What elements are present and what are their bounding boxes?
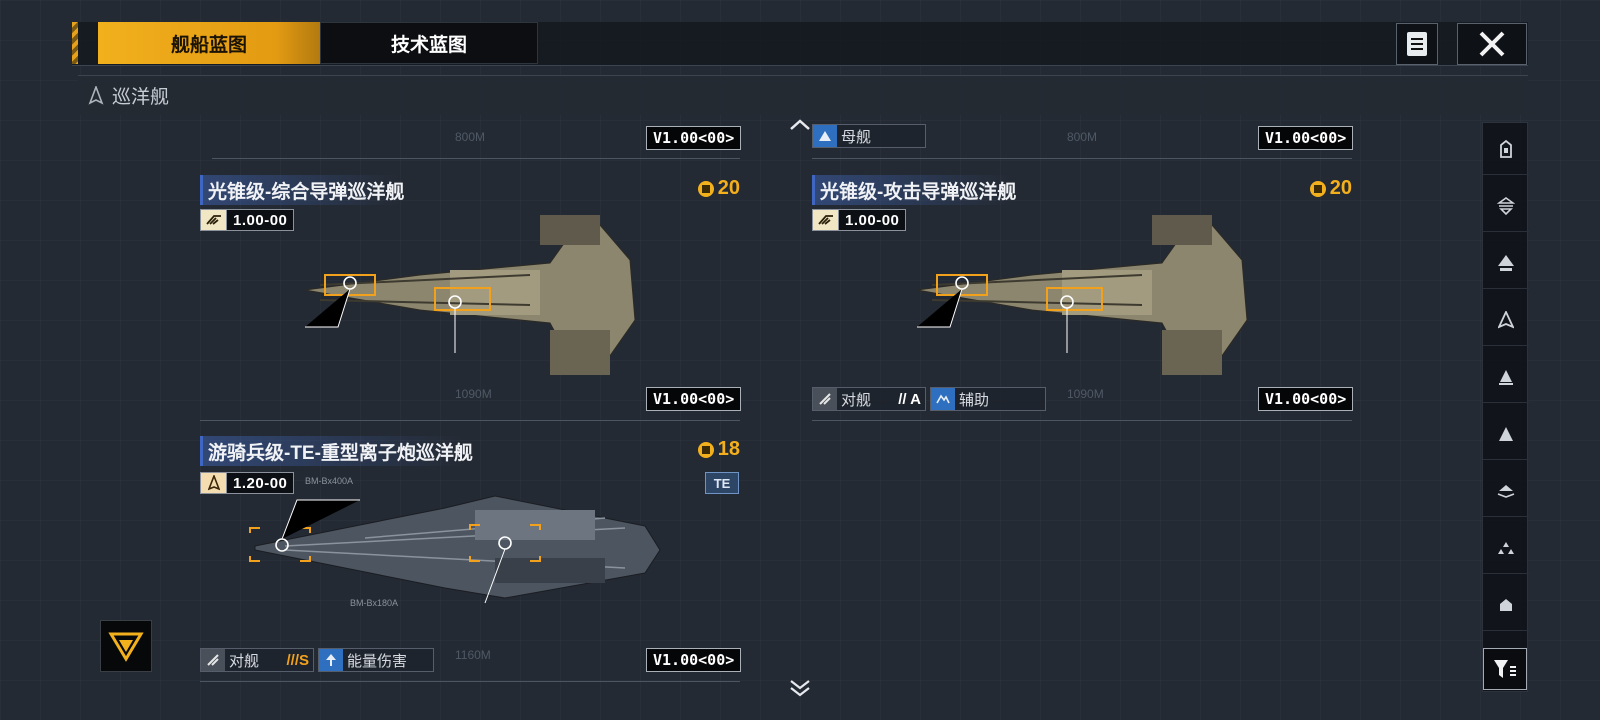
damage-type-tag: 能量伤害 bbox=[318, 648, 434, 672]
all-ships-icon bbox=[1500, 139, 1512, 158]
length-label: 800M bbox=[455, 130, 486, 144]
faction-emblem-button[interactable] bbox=[100, 620, 152, 672]
scroll-up-button[interactable] bbox=[788, 116, 812, 132]
ship-card-lightcone-attack[interactable]: 光锥级-攻击导弹巡洋舰 20 1.00-00 对舰 // A 辅助 1090M … bbox=[812, 175, 1354, 422]
cruiser-icon bbox=[1498, 310, 1514, 328]
cruiser-icon bbox=[201, 473, 227, 493]
ship-cost: 20 bbox=[697, 177, 740, 200]
filter-toggle-button[interactable] bbox=[1483, 648, 1527, 690]
ship-card-lightcone-multi[interactable]: 光锥级-综合导弹巡洋舰 20 1.00-00 1090M V1.00<00> bbox=[200, 175, 742, 422]
speed-icon bbox=[813, 210, 839, 230]
destroyer-icon bbox=[1499, 369, 1513, 385]
frigate-icon bbox=[1499, 426, 1513, 441]
battlecruiser-icon bbox=[1498, 254, 1514, 271]
role-tag: 对舰 ///S bbox=[200, 648, 314, 672]
support-tag: 辅助 bbox=[930, 387, 1046, 411]
ship-cost: 18 bbox=[697, 438, 740, 461]
version-label: V1.00<00> bbox=[1258, 387, 1354, 411]
support-icon bbox=[931, 388, 955, 410]
card-baseline bbox=[212, 158, 740, 159]
ship-title: 光锥级-攻击导弹巡洋舰 bbox=[812, 175, 1025, 205]
section-title: 巡洋舰 bbox=[112, 87, 170, 108]
anti-ship-icon bbox=[813, 388, 837, 410]
anti-ship-icon bbox=[201, 649, 225, 671]
filter-frigate[interactable] bbox=[1483, 408, 1529, 460]
fighter-icon bbox=[1498, 541, 1514, 554]
role-tag: 对舰 // A bbox=[812, 387, 926, 411]
ship-class-filter-rail bbox=[1482, 122, 1529, 692]
speed-icon bbox=[201, 210, 227, 230]
cruiser-class-icon bbox=[88, 85, 104, 105]
length-label: 1090M bbox=[455, 387, 492, 401]
card-baseline bbox=[200, 681, 740, 682]
tab-ship-blueprint[interactable]: 舰船蓝图 bbox=[98, 22, 320, 64]
blueprint-cost-icon bbox=[697, 441, 714, 458]
filter-carrier[interactable] bbox=[1483, 180, 1529, 232]
tab-accent-stripe bbox=[72, 22, 78, 64]
card-partial-right[interactable]: 母舰 800M V1.00<00> bbox=[812, 118, 1354, 160]
chevron-up-icon bbox=[790, 119, 810, 130]
blueprint-cost-icon bbox=[1309, 180, 1326, 197]
blueprint-cost-icon bbox=[697, 180, 714, 197]
filter-icon bbox=[1494, 660, 1516, 678]
version-label: V1.00<00> bbox=[646, 387, 742, 411]
ship-cost: 20 bbox=[1309, 177, 1352, 200]
notes-button[interactable] bbox=[1396, 23, 1438, 65]
tab-tech-blueprint[interactable]: 技术蓝图 bbox=[320, 22, 538, 64]
tech-level-badge: 1.00-00 bbox=[812, 209, 907, 231]
carrier-icon bbox=[1497, 196, 1515, 215]
close-icon bbox=[1479, 31, 1505, 57]
carrier-tag: 母舰 bbox=[812, 124, 926, 148]
ship-card-ranger-te[interactable]: 游骑兵级-TE-重型离子炮巡洋舰 18 TE 1.20-00 BM-Bx400A… bbox=[200, 436, 742, 684]
tech-level-badge: 1.00-00 bbox=[200, 209, 295, 231]
filter-cruiser[interactable] bbox=[1483, 294, 1529, 346]
ship-title: 光锥级-综合导弹巡洋舰 bbox=[200, 175, 413, 205]
ship-image bbox=[304, 215, 636, 375]
version-label: V1.00<00> bbox=[646, 648, 742, 672]
length-label: 800M bbox=[1067, 130, 1098, 144]
card-baseline bbox=[812, 420, 1352, 421]
chevron-down-icon bbox=[790, 680, 810, 697]
filter-auxiliary[interactable] bbox=[1483, 579, 1529, 631]
document-icon bbox=[1407, 32, 1427, 56]
filter-destroyer[interactable] bbox=[1483, 351, 1529, 403]
card-baseline bbox=[200, 420, 740, 421]
faction-emblem-icon bbox=[108, 632, 144, 662]
filter-corvette[interactable] bbox=[1483, 465, 1529, 517]
corvette-icon bbox=[1497, 484, 1515, 498]
section-header: 巡洋舰 bbox=[78, 75, 1528, 115]
callout-label: BM-Bx180A bbox=[350, 598, 399, 608]
length-label: 1160M bbox=[455, 648, 491, 662]
ship-image bbox=[916, 215, 1248, 375]
filter-all-ships[interactable] bbox=[1483, 123, 1529, 175]
filter-fighter[interactable] bbox=[1483, 522, 1529, 574]
card-baseline bbox=[812, 158, 1352, 159]
filter-battlecruiser[interactable] bbox=[1483, 237, 1529, 289]
length-label: 1090M bbox=[1067, 387, 1104, 401]
version-label: V1.00<00> bbox=[1258, 126, 1354, 150]
version-label: V1.00<00> bbox=[646, 126, 742, 150]
energy-damage-icon bbox=[319, 649, 343, 671]
ship-title: 游骑兵级-TE-重型离子炮巡洋舰 bbox=[200, 436, 481, 466]
te-badge: TE bbox=[705, 472, 739, 494]
callout-label: BM-Bx400A bbox=[305, 476, 354, 486]
ship-image bbox=[249, 495, 661, 604]
close-button[interactable] bbox=[1457, 23, 1527, 65]
carrier-icon bbox=[813, 125, 837, 147]
auxiliary-icon bbox=[1500, 598, 1512, 611]
scroll-down-button[interactable] bbox=[788, 678, 812, 698]
card-partial-left[interactable]: 800M V1.00<00> bbox=[200, 118, 742, 160]
